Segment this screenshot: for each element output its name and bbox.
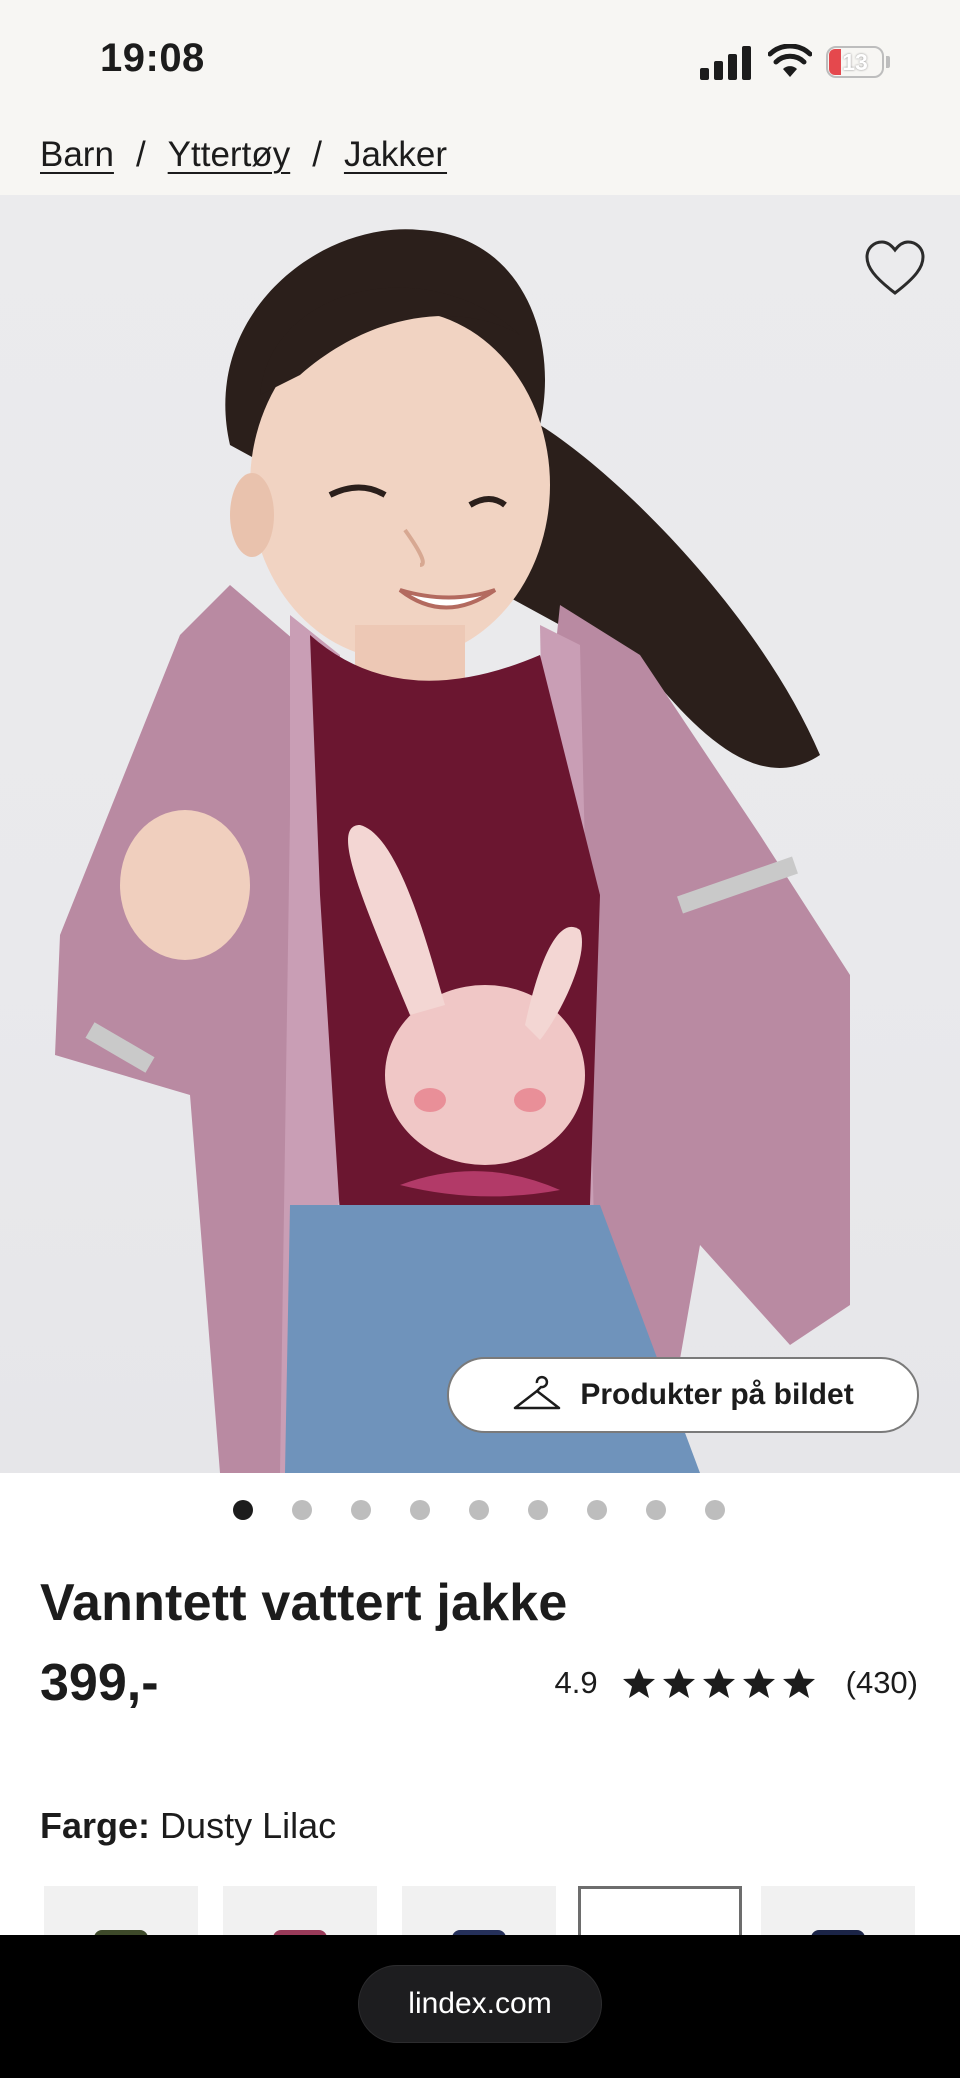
product-photo — [55, 229, 850, 1473]
rating-stars — [622, 1667, 822, 1699]
color-label: Farge: — [40, 1805, 151, 1846]
signal-icon — [700, 46, 751, 80]
star-icon — [782, 1668, 815, 1698]
star-icon — [622, 1668, 655, 1698]
star-icon — [662, 1668, 695, 1698]
carousel-dot[interactable] — [351, 1500, 371, 1520]
status-bar: 19:08 13 — [0, 0, 960, 120]
breadcrumb-jakker[interactable]: Jakker — [344, 135, 447, 175]
star-icon — [702, 1668, 735, 1698]
hanger-icon — [514, 1375, 561, 1410]
image-carousel-dots — [0, 1500, 960, 1524]
star-icon — [742, 1668, 775, 1698]
color-value: Dusty Lilac — [160, 1805, 337, 1846]
battery-indicator: 13 — [826, 46, 892, 80]
carousel-dot[interactable] — [587, 1500, 607, 1520]
color-selection: Farge: Dusty Lilac — [40, 1805, 336, 1847]
carousel-dot[interactable] — [410, 1500, 430, 1520]
carousel-dot[interactable] — [292, 1500, 312, 1520]
products-in-image-label: Produkter på bildet — [580, 1378, 854, 1411]
product-price: 399,- — [40, 1654, 159, 1712]
carousel-dot[interactable] — [469, 1500, 489, 1520]
breadcrumb: Barn / Yttertøy / Jakker — [40, 130, 447, 180]
status-time: 19:08 — [100, 36, 205, 80]
wifi-icon — [768, 44, 812, 77]
breadcrumb-barn[interactable]: Barn — [40, 135, 114, 175]
breadcrumb-separator: / — [312, 135, 322, 174]
carousel-dot[interactable] — [646, 1500, 666, 1520]
breadcrumb-yttertoy[interactable]: Yttertøy — [168, 135, 291, 175]
browser-bottom-bar: lindex.com — [0, 1935, 960, 2078]
breadcrumb-separator: / — [135, 135, 146, 174]
rating-score: 4.9 — [554, 1665, 598, 1700]
carousel-dot[interactable] — [705, 1500, 725, 1520]
carousel-dot[interactable] — [233, 1500, 253, 1520]
product-rating[interactable]: 4.9 (430) — [555, 1665, 918, 1701]
heart-icon[interactable] — [864, 239, 926, 297]
product-image[interactable]: Produkter på bildet — [0, 195, 960, 1473]
rating-count: (430) — [845, 1665, 918, 1700]
product-details: Vanntett vattert jakke 399,- 4.9 (430) F… — [0, 1473, 960, 1946]
carousel-dot[interactable] — [528, 1500, 548, 1520]
product-title: Vanntett vattert jakke — [40, 1574, 568, 1632]
address-bar[interactable]: lindex.com — [358, 1965, 602, 2043]
battery-percent: 13 — [842, 49, 868, 75]
products-in-image-button[interactable]: Produkter på bildet — [447, 1357, 919, 1433]
